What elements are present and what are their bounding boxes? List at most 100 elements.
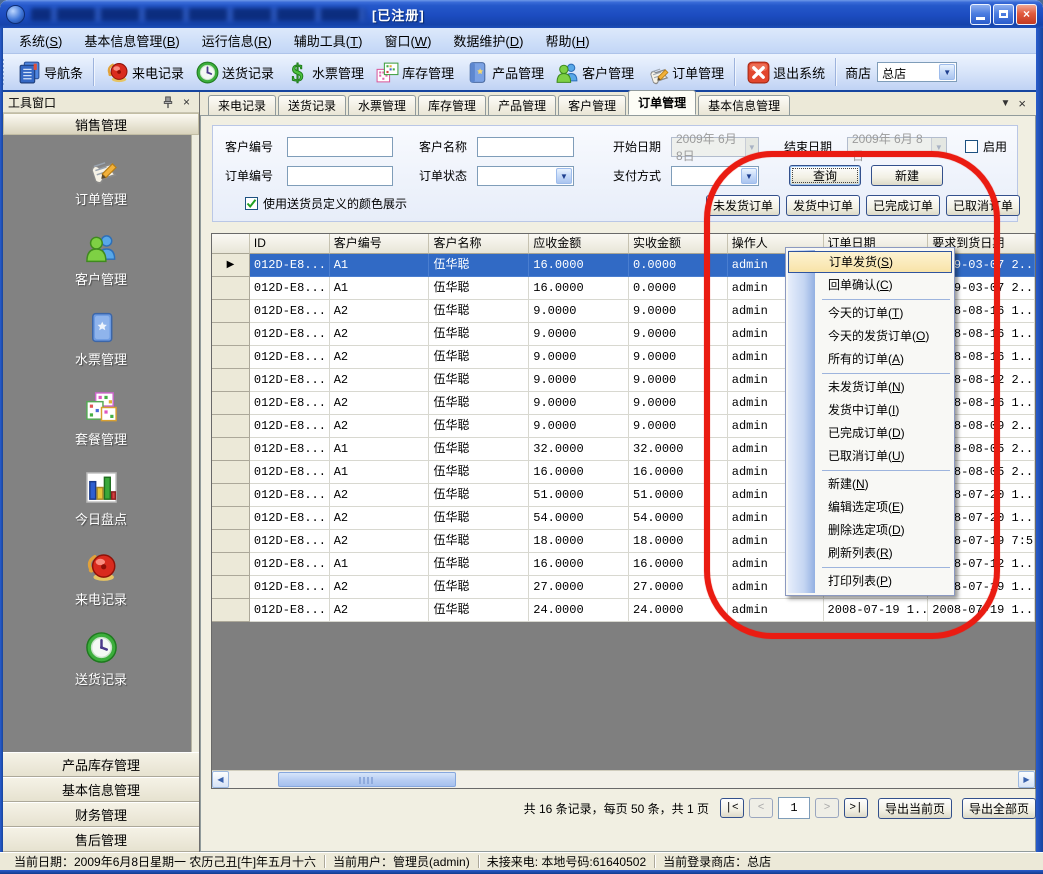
sidebar-group-button-1[interactable]: 产品库存管理	[3, 752, 199, 777]
toolbar-button-inventory-grid[interactable]: 库存管理	[369, 57, 459, 87]
toolbar-button-exit[interactable]: 退出系统	[740, 57, 830, 87]
context-menu-item-5[interactable]: 今天的发货订单(O)	[788, 325, 952, 348]
toolbar-button-customers[interactable]: 客户管理	[549, 57, 639, 87]
tab-1[interactable]: 来电记录	[208, 95, 276, 115]
toolbar-button-product-book[interactable]: 产品管理	[459, 57, 549, 87]
column-header-customer_no[interactable]: 客户编号	[330, 234, 430, 254]
row-selector[interactable]	[212, 530, 250, 553]
maximize-button[interactable]	[993, 4, 1014, 25]
toolbar-button-dollar[interactable]: $水票管理	[279, 57, 369, 87]
tab-7[interactable]: 订单管理	[628, 90, 696, 115]
menubar-item-5[interactable]: 窗口(W)	[373, 27, 442, 54]
toolbar-button-call-bell[interactable]: 来电记录	[99, 57, 189, 87]
row-selector[interactable]	[212, 392, 250, 415]
pay-method-combo[interactable]: ▼	[671, 166, 759, 186]
row-selector[interactable]	[212, 553, 250, 576]
sidebar-item-ticket-card[interactable]: 水票管理	[41, 309, 161, 368]
sidebar-group-button-3[interactable]: 财务管理	[3, 802, 199, 827]
minimize-button[interactable]	[970, 4, 991, 25]
next-page-button[interactable]: >	[815, 798, 839, 818]
row-selector[interactable]	[212, 507, 250, 530]
sidebar-group-header[interactable]: 销售管理	[3, 113, 199, 135]
sidebar-item-order-scroll[interactable]: 订单管理	[41, 149, 161, 208]
customer-name-input[interactable]	[477, 137, 574, 157]
tab-3[interactable]: 水票管理	[348, 95, 416, 115]
column-header-customer_name[interactable]: 客户名称	[429, 234, 529, 254]
toolbar-button-order-scroll[interactable]: 订单管理	[639, 57, 729, 87]
sidebar-item-call-bell[interactable]: 来电记录	[41, 549, 161, 608]
context-menu-item-6[interactable]: 所有的订单(A)	[788, 348, 952, 371]
row-selector[interactable]: ▶	[212, 254, 250, 277]
page-number-input[interactable]	[778, 797, 810, 819]
sidebar-item-customers[interactable]: 客户管理	[41, 229, 161, 288]
row-selector[interactable]	[212, 576, 250, 599]
enable-date-checkbox[interactable]	[965, 140, 978, 153]
context-menu-item-10[interactable]: 已完成订单(D)	[788, 422, 952, 445]
context-menu-item-11[interactable]: 已取消订单(U)	[788, 445, 952, 468]
context-menu-item-13[interactable]: 新建(N)	[788, 473, 952, 496]
order-status-filter-button-4[interactable]: 已取消订单	[946, 195, 1020, 216]
scroll-right-icon[interactable]: ▶	[1018, 771, 1035, 788]
horizontal-scrollbar[interactable]: ◀ ▶	[212, 770, 1035, 788]
order-status-filter-button-2[interactable]: 发货中订单	[786, 195, 860, 216]
sidebar-group-button-4[interactable]: 售后管理	[3, 827, 199, 852]
row-selector[interactable]	[212, 300, 250, 323]
row-selector[interactable]	[212, 369, 250, 392]
tab-4[interactable]: 库存管理	[418, 95, 486, 115]
column-header-id[interactable]: ID	[250, 234, 330, 254]
menubar-item-2[interactable]: 基本信息管理(B)	[73, 27, 190, 54]
row-selector[interactable]	[212, 346, 250, 369]
end-date-picker[interactable]: 2009年 6月 8日 ▼	[847, 137, 947, 157]
context-menu-item-16[interactable]: 刷新列表(R)	[788, 542, 952, 565]
menubar-item-6[interactable]: 数据维护(D)	[442, 27, 534, 54]
order-no-input[interactable]	[287, 166, 393, 186]
chevron-down-icon[interactable]: ▼	[939, 64, 955, 80]
export-current-page-button[interactable]: 导出当前页	[878, 798, 952, 819]
tab-2[interactable]: 送货记录	[278, 95, 346, 115]
close-button[interactable]: ×	[1016, 4, 1037, 25]
menubar-item-7[interactable]: 帮助(H)	[534, 27, 600, 54]
context-menu-item-1[interactable]: 订单发货(S)	[788, 251, 952, 273]
first-page-button[interactable]: |<	[720, 798, 744, 818]
column-header-receivable[interactable]: 应收金额	[529, 234, 629, 254]
context-menu-item-2[interactable]: 回单确认(C)	[788, 274, 952, 297]
tab-close-icon[interactable]: ×	[1018, 96, 1026, 111]
tab-5[interactable]: 产品管理	[488, 95, 556, 115]
context-menu-item-14[interactable]: 编辑选定项(E)	[788, 496, 952, 519]
order-status-filter-button-3[interactable]: 已完成订单	[866, 195, 940, 216]
export-all-pages-button[interactable]: 导出全部页	[962, 798, 1036, 819]
context-menu-item-18[interactable]: 打印列表(P)	[788, 570, 952, 593]
sidebar-group-button-2[interactable]: 基本信息管理	[3, 777, 199, 802]
row-selector[interactable]	[212, 277, 250, 300]
sidebar-item-delivery-clock[interactable]: 送货记录	[41, 629, 161, 688]
context-menu-item-9[interactable]: 发货中订单(I)	[788, 399, 952, 422]
scroll-left-icon[interactable]: ◀	[212, 771, 229, 788]
tab-8[interactable]: 基本信息管理	[698, 95, 790, 115]
prev-page-button[interactable]: <	[749, 798, 773, 818]
customer-no-input[interactable]	[287, 137, 393, 157]
context-menu-item-4[interactable]: 今天的订单(T)	[788, 302, 952, 325]
tool-window-close-icon[interactable]: ×	[179, 95, 194, 110]
row-selector[interactable]	[212, 323, 250, 346]
shop-combo[interactable]: 总店 ▼	[877, 62, 957, 82]
row-selector[interactable]	[212, 415, 250, 438]
tab-6[interactable]: 客户管理	[558, 95, 626, 115]
pin-icon[interactable]	[160, 95, 175, 110]
menubar-item-1[interactable]: 系统(S)	[8, 27, 73, 54]
sidebar-item-stocktake-chart[interactable]: 今日盘点	[41, 469, 161, 528]
context-menu-item-15[interactable]: 删除选定项(D)	[788, 519, 952, 542]
row-selector[interactable]	[212, 484, 250, 507]
tab-list-dropdown-icon[interactable]: ▼	[1001, 98, 1011, 109]
order-status-combo[interactable]: ▼	[477, 166, 574, 186]
toolbar-button-delivery-clock[interactable]: 送货记录	[189, 57, 279, 87]
context-menu-item-8[interactable]: 未发货订单(N)	[788, 376, 952, 399]
scrollbar-thumb[interactable]	[278, 772, 456, 787]
table-row[interactable]: 012D-E8...A2伍华聪24.000024.0000admin2008-0…	[212, 599, 1035, 622]
row-selector[interactable]	[212, 461, 250, 484]
start-date-picker[interactable]: 2009年 6月 8日 ▼	[671, 137, 759, 157]
sidebar-item-combo-grid[interactable]: 套餐管理	[41, 389, 161, 448]
menubar-item-4[interactable]: 辅助工具(T)	[283, 27, 374, 54]
row-selector[interactable]	[212, 438, 250, 461]
sidebar-scrollbar[interactable]	[191, 135, 199, 752]
last-page-button[interactable]: >|	[844, 798, 868, 818]
